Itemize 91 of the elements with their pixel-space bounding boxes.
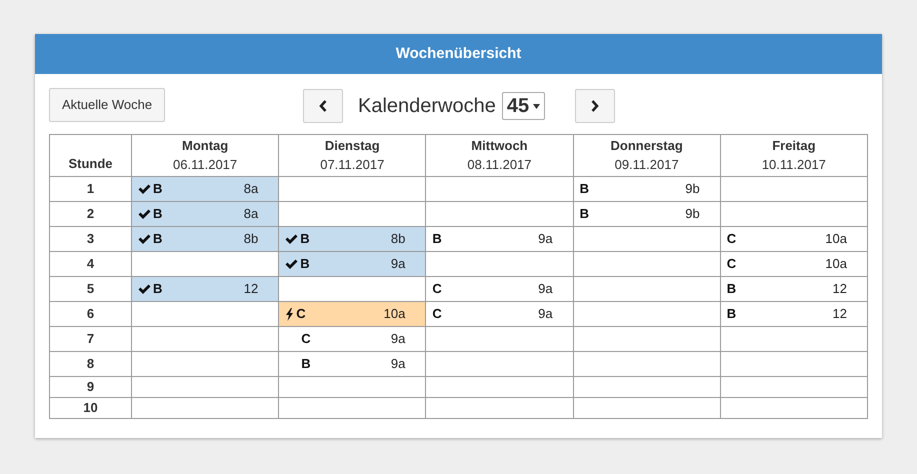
class-label: 10a	[825, 230, 847, 248]
day-name: Montag	[180, 136, 230, 154]
subject-label: B	[580, 205, 589, 224]
lesson-cell[interactable]: B 8b	[278, 226, 426, 252]
subject-label: B	[580, 180, 589, 198]
lesson-cell[interactable]: B 8a	[132, 176, 279, 202]
current-week-button[interactable]: Aktuelle Woche	[49, 88, 166, 122]
class-label: 10a	[825, 255, 847, 274]
subject-label: B	[432, 230, 442, 248]
day-date: 07.11.2017	[319, 156, 386, 174]
hour-cell: 8	[50, 352, 132, 376]
lesson-cell[interactable]: B 12	[720, 276, 868, 302]
lesson-cell[interactable]: B 9a	[278, 252, 426, 276]
subject-label: B	[300, 230, 310, 248]
hour-cell: 6	[50, 302, 132, 326]
subject-label: B	[153, 280, 162, 298]
window-title: Wochenübersicht	[396, 44, 522, 64]
day-name: Dienstag	[324, 136, 381, 154]
class-label: 9a	[390, 355, 406, 374]
class-label: 10a	[384, 305, 406, 324]
day-date: 06.11.2017	[172, 156, 238, 174]
next-week-button[interactable]	[575, 89, 616, 123]
week-select[interactable]: 45	[502, 92, 546, 120]
lesson-cell[interactable]: B 8b	[132, 226, 279, 252]
day-date: 09.11.2017	[614, 156, 680, 174]
hour-cell: 4	[50, 252, 132, 276]
class-label: 12	[832, 280, 847, 298]
subject-label: B	[153, 230, 162, 248]
subject-label: B	[153, 180, 162, 198]
day-date: 10.11.2017	[760, 156, 827, 174]
check-icon	[138, 284, 151, 294]
subject-label: B	[301, 355, 311, 374]
lesson-cell[interactable]: B 8a	[132, 202, 279, 226]
hour-header: Stunde	[50, 134, 132, 176]
subject-label: C	[432, 305, 442, 324]
day-name: Donnerstag	[610, 136, 684, 154]
lesson-cell[interactable]: C 9a	[426, 276, 574, 302]
dropdown-arrow-icon	[533, 104, 540, 108]
class-label: 8b	[244, 230, 258, 248]
class-label: 8b	[390, 230, 406, 248]
lesson-cell[interactable]: B 9b	[573, 176, 720, 202]
lesson-cell[interactable]: B 12	[132, 276, 279, 302]
subject-label: C	[301, 330, 311, 348]
subject-label: C	[432, 280, 442, 298]
hour-cell: 9	[50, 376, 132, 398]
lesson-cell[interactable]: C 10a	[720, 252, 868, 276]
check-icon	[138, 208, 151, 220]
lightning-icon	[285, 308, 294, 320]
hour-cell: 10	[50, 398, 132, 418]
lesson-cell[interactable]: C 10a	[278, 302, 426, 326]
class-label: 9a	[390, 330, 406, 348]
chevron-left-icon	[319, 100, 327, 112]
chevron-right-icon	[591, 100, 600, 112]
check-icon	[285, 234, 298, 244]
lesson-cell[interactable]: B 12	[720, 302, 868, 326]
lesson-cell[interactable]: C 10a	[720, 226, 868, 252]
day-name: Mittwoch	[470, 136, 529, 154]
lesson-cell[interactable]: B 9a	[278, 352, 426, 376]
previous-week-button[interactable]	[303, 89, 343, 123]
day-date: 08.11.2017	[466, 156, 533, 174]
lesson-cell[interactable]: C 9a	[426, 302, 574, 326]
hour-cell: 2	[50, 202, 132, 226]
subject-label: C	[726, 255, 736, 274]
week-label: Kalenderwoche	[358, 94, 496, 119]
day-name: Freitag	[771, 136, 817, 154]
check-icon	[285, 258, 298, 270]
lesson-cell[interactable]: B 9a	[426, 226, 574, 252]
hour-cell: 5	[50, 276, 132, 302]
class-label: 12	[244, 280, 258, 298]
class-label: 8a	[244, 180, 258, 198]
class-label: 9a	[538, 230, 553, 248]
check-icon	[138, 234, 151, 244]
hour-cell: 1	[50, 176, 132, 202]
lesson-cell[interactable]: C 9a	[278, 326, 426, 352]
class-label: 9a	[390, 255, 406, 274]
class-label: 9b	[685, 205, 700, 224]
hour-cell: 7	[50, 326, 132, 352]
class-label: 9a	[538, 280, 553, 298]
subject-label: B	[726, 280, 736, 298]
subject-label: B	[726, 305, 736, 324]
subject-label: B	[153, 205, 162, 224]
class-label: 8a	[244, 205, 258, 224]
hour-cell: 3	[50, 226, 132, 252]
class-label: 9b	[685, 180, 700, 198]
subject-label: C	[296, 305, 306, 324]
subject-label: B	[300, 255, 310, 274]
subject-label: C	[726, 230, 736, 248]
lesson-cell[interactable]: B 9b	[573, 202, 720, 226]
class-label: 12	[832, 305, 847, 324]
check-icon	[138, 184, 151, 194]
class-label: 9a	[538, 305, 553, 324]
